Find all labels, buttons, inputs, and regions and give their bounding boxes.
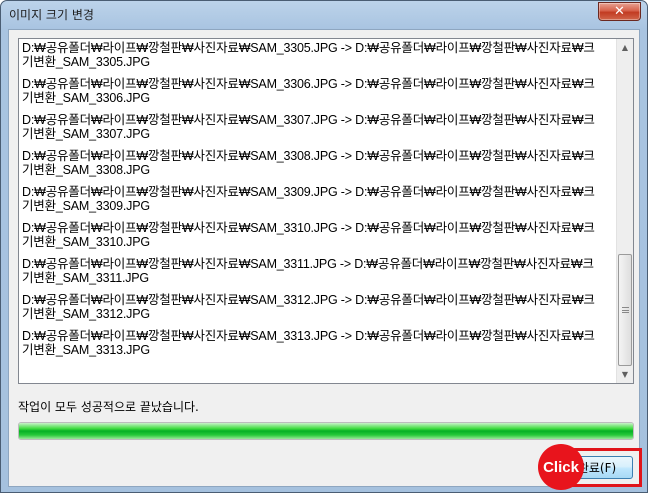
log-textbox[interactable]: D:₩공유폴더₩라이프₩깡철판₩사진자료₩SAM_3305.JPG -> D:₩… (18, 38, 634, 384)
log-entry-line2: 기변환_SAM_3307.JPG (22, 127, 150, 141)
log-entry-line1: D:₩공유폴더₩라이프₩깡철판₩사진자료₩SAM_3307.JPG -> D:₩… (22, 113, 595, 127)
log-entry-line1: D:₩공유폴더₩라이프₩깡철판₩사진자료₩SAM_3306.JPG -> D:₩… (22, 77, 595, 91)
log-entry: D:₩공유폴더₩라이프₩깡철판₩사진자료₩SAM_3309.JPG -> D:₩… (22, 185, 614, 221)
log-entry: D:₩공유폴더₩라이프₩깡철판₩사진자료₩SAM_3310.JPG -> D:₩… (22, 221, 614, 257)
progress-fill (19, 423, 633, 439)
close-button[interactable]: ✕ (598, 2, 641, 21)
log-entry: D:₩공유폴더₩라이프₩깡철판₩사진자료₩SAM_3305.JPG -> D:₩… (22, 41, 614, 77)
log-entry: D:₩공유폴더₩라이프₩깡철판₩사진자료₩SAM_3308.JPG -> D:₩… (22, 149, 614, 185)
log-entry-line1: D:₩공유폴더₩라이프₩깡철판₩사진자료₩SAM_3311.JPG -> D:₩… (22, 257, 594, 271)
scrollbar-thumb[interactable] (618, 254, 632, 366)
log-entry-line1: D:₩공유폴더₩라이프₩깡철판₩사진자료₩SAM_3305.JPG -> D:₩… (22, 41, 595, 55)
log-entry-line2: 기변환_SAM_3311.JPG (22, 271, 149, 285)
arrow-down-icon: ▼ (621, 370, 629, 379)
log-entry: D:₩공유폴더₩라이프₩깡철판₩사진자료₩SAM_3306.JPG -> D:₩… (22, 77, 614, 113)
log-entry-line2: 기변환_SAM_3310.JPG (22, 235, 150, 249)
close-icon: ✕ (614, 4, 625, 19)
log-entry: D:₩공유폴더₩라이프₩깡철판₩사진자료₩SAM_3313.JPG -> D:₩… (22, 329, 614, 365)
arrow-up-icon: ▲ (621, 43, 629, 52)
image-resize-dialog: 이미지 크기 변경 ✕ D:₩공유폴더₩라이프₩깡철판₩사진자료₩SAM_330… (0, 0, 648, 493)
log-entry-line2: 기변환_SAM_3306.JPG (22, 91, 150, 105)
scroll-up-button[interactable]: ▲ (617, 39, 633, 56)
log-entry-line1: D:₩공유폴더₩라이프₩깡철판₩사진자료₩SAM_3308.JPG -> D:₩… (22, 149, 595, 163)
log-entry-line1: D:₩공유폴더₩라이프₩깡철판₩사진자료₩SAM_3309.JPG -> D:₩… (22, 185, 595, 199)
progress-bar (18, 422, 634, 440)
vertical-scrollbar[interactable]: ▲ ▼ (616, 39, 633, 383)
log-entry-line2: 기변환_SAM_3305.JPG (22, 55, 150, 69)
click-badge: Click (538, 444, 584, 490)
log-entry-line1: D:₩공유폴더₩라이프₩깡철판₩사진자료₩SAM_3310.JPG -> D:₩… (22, 221, 595, 235)
log-entry-line1: D:₩공유폴더₩라이프₩깡철판₩사진자료₩SAM_3312.JPG -> D:₩… (22, 293, 595, 307)
log-content: D:₩공유폴더₩라이프₩깡철판₩사진자료₩SAM_3305.JPG -> D:₩… (19, 39, 617, 383)
log-entry: D:₩공유폴더₩라이프₩깡철판₩사진자료₩SAM_3311.JPG -> D:₩… (22, 257, 614, 293)
log-entry-line2: 기변환_SAM_3313.JPG (22, 343, 150, 357)
grip-icon (622, 307, 629, 313)
log-entry: D:₩공유폴더₩라이프₩깡철판₩사진자료₩SAM_3307.JPG -> D:₩… (22, 113, 614, 149)
log-entry: D:₩공유폴더₩라이프₩깡철판₩사진자료₩SAM_3312.JPG -> D:₩… (22, 293, 614, 329)
log-entry-line2: 기변환_SAM_3312.JPG (22, 307, 150, 321)
scroll-down-button[interactable]: ▼ (617, 366, 633, 383)
window-title: 이미지 크기 변경 (9, 8, 94, 22)
status-message: 작업이 모두 성공적으로 끝났습니다. (18, 400, 199, 414)
log-entry-line2: 기변환_SAM_3309.JPG (22, 199, 150, 213)
dialog-client-area: D:₩공유폴더₩라이프₩깡철판₩사진자료₩SAM_3305.JPG -> D:₩… (8, 29, 642, 490)
log-entry-line2: 기변환_SAM_3308.JPG (22, 163, 150, 177)
log-entry-line1: D:₩공유폴더₩라이프₩깡철판₩사진자료₩SAM_3313.JPG -> D:₩… (22, 329, 595, 343)
title-bar[interactable]: 이미지 크기 변경 ✕ (1, 1, 647, 29)
